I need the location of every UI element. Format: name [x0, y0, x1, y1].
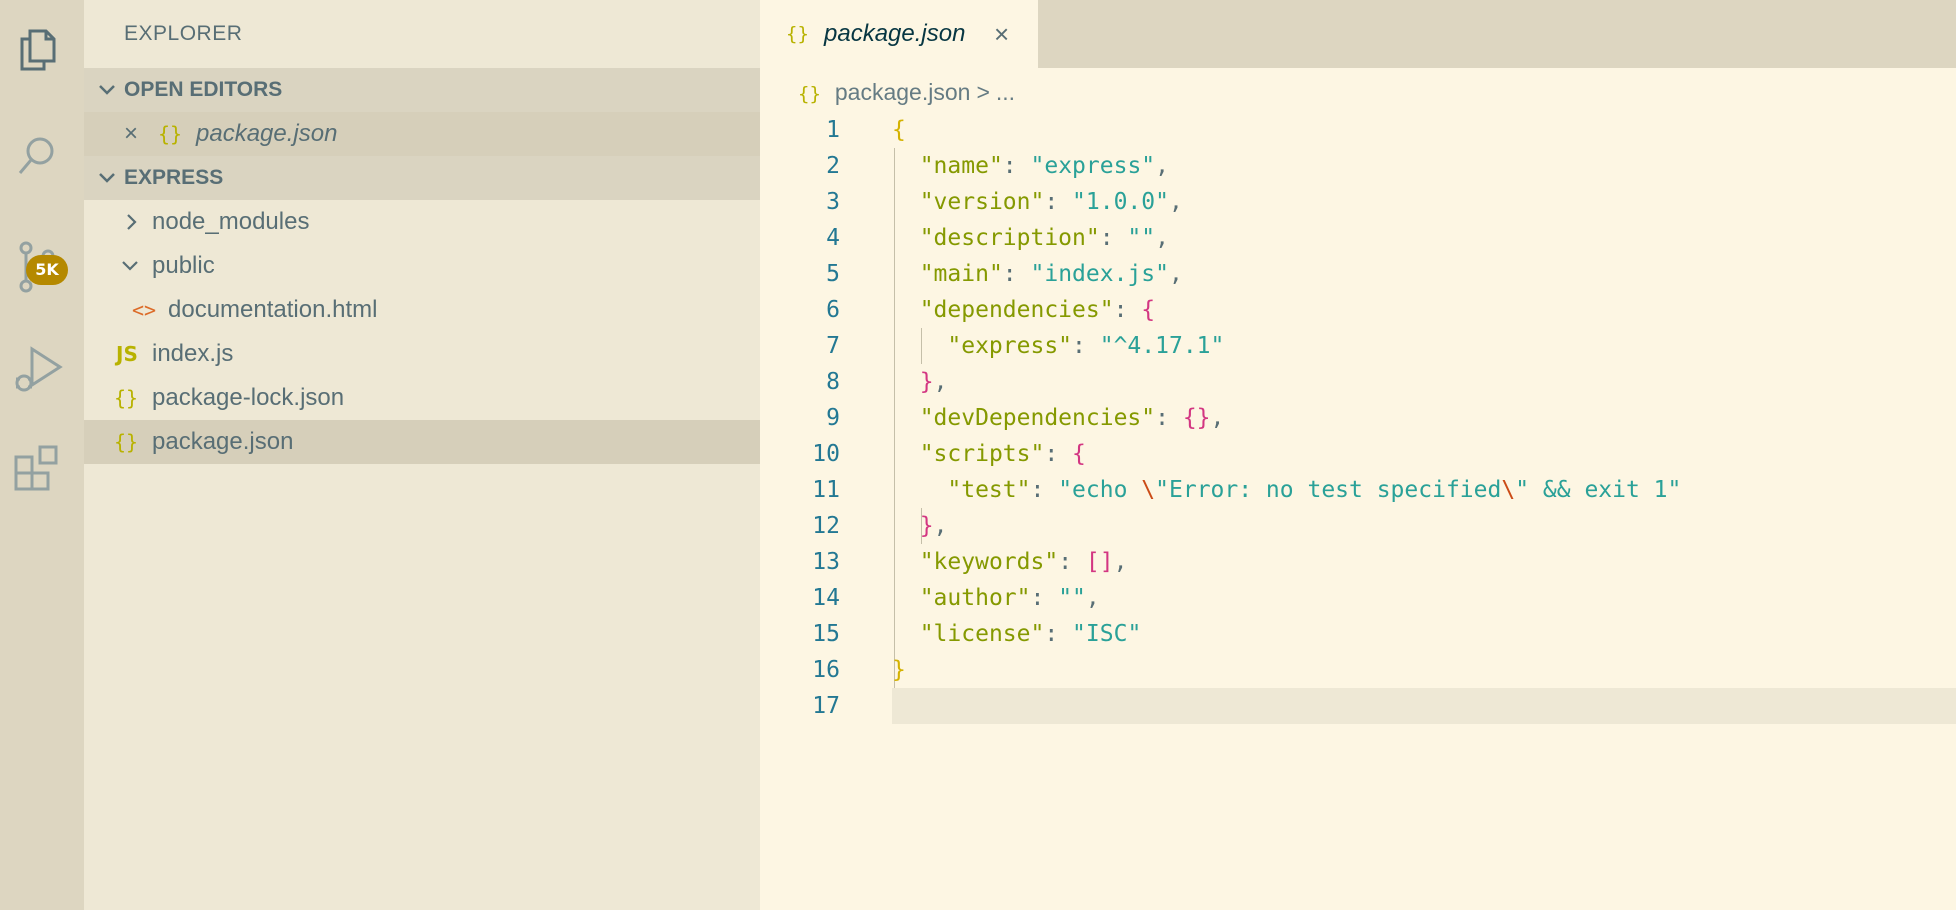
sidebar-title: EXPLORER	[124, 22, 243, 45]
line-number: 8	[826, 369, 840, 395]
version-value: 1.0.0	[1085, 189, 1156, 215]
breadcrumb-file[interactable]: package.json	[835, 79, 971, 105]
open-editors-header[interactable]: OPEN EDITORS	[84, 68, 760, 112]
tab-package-json[interactable]: {} package.json ×	[760, 0, 1038, 68]
code-line: 2 "name": "express",	[760, 148, 1956, 184]
open-editor-label: package.json	[196, 120, 338, 147]
code-line: 1{	[760, 112, 1956, 148]
tree-item-label: documentation.html	[168, 296, 378, 323]
line-number: 16	[812, 657, 840, 683]
tree-item-label: package-lock.json	[152, 384, 345, 411]
tree-item-documentation-html[interactable]: <> documentation.html	[84, 288, 760, 332]
line-number: 1	[826, 117, 840, 143]
tree-item-package-json[interactable]: {} package.json	[84, 420, 760, 464]
js-file-icon: JS	[116, 342, 138, 366]
close-icon[interactable]: ×	[124, 112, 138, 156]
json-file-icon: {}	[786, 23, 809, 45]
code-line: 5 "main": "index.js",	[760, 256, 1956, 292]
project-header[interactable]: EXPRESS	[84, 156, 760, 200]
line-number: 10	[812, 441, 840, 467]
breadcrumb: {} package.json >...	[798, 72, 1015, 112]
explorer-sidebar: EXPLORER OPEN EDITORS × {} package.json …	[84, 0, 760, 910]
line-number: 7	[826, 333, 840, 359]
project-label: EXPRESS	[124, 166, 224, 189]
chevron-right-icon	[122, 200, 142, 244]
json-file-icon: {}	[798, 83, 821, 105]
search-icon[interactable]	[0, 118, 84, 188]
tree-item-label: index.js	[152, 340, 234, 367]
code-line: 7 "express": "^4.17.1"	[760, 328, 1956, 364]
tree-item-label: public	[152, 252, 215, 279]
tree-item-label: package.json	[152, 428, 294, 455]
json-file-icon: {}	[114, 386, 139, 410]
code-line: 14 "author": "",	[760, 580, 1956, 616]
tab-bar: {} package.json ×	[760, 0, 1956, 68]
line-number: 11	[812, 477, 840, 503]
chevron-right-icon: >	[976, 79, 990, 105]
code-line: 13 "keywords": [],	[760, 544, 1956, 580]
tree-item-index-js[interactable]: JS index.js	[84, 332, 760, 376]
code-line: 17	[760, 688, 1956, 724]
code-line: 6 "dependencies": {	[760, 292, 1956, 328]
extensions-icon[interactable]	[0, 430, 84, 500]
html-file-icon: <>	[132, 298, 157, 322]
line-number: 3	[826, 189, 840, 215]
name-value: express	[1044, 153, 1142, 179]
code-line: 9 "devDependencies": {},	[760, 400, 1956, 436]
tree-item-public[interactable]: public	[84, 244, 760, 288]
explorer-icon[interactable]	[0, 10, 84, 80]
line-number: 17	[812, 693, 840, 719]
json-file-icon: {}	[158, 122, 183, 146]
chevron-down-icon	[118, 244, 142, 288]
breadcrumb-more[interactable]: ...	[996, 79, 1015, 105]
code-line: 12 },	[760, 508, 1956, 544]
line-number: 9	[826, 405, 840, 431]
line-number: 4	[826, 225, 840, 251]
chevron-down-icon	[92, 156, 122, 200]
code-line: 4 "description": "",	[760, 220, 1956, 256]
source-control-badge: 5K	[26, 255, 68, 285]
run-debug-icon[interactable]	[0, 330, 84, 400]
tree-item-package-lock-json[interactable]: {} package-lock.json	[84, 376, 760, 420]
line-number: 12	[812, 513, 840, 539]
json-file-icon: {}	[114, 430, 139, 454]
tree-item-node-modules[interactable]: node_modules	[84, 200, 760, 244]
dev-dependencies-value: {}	[1182, 405, 1211, 431]
tab-label: package.json	[824, 20, 966, 47]
express-version-value: ^4.17.1	[1113, 333, 1211, 359]
close-icon[interactable]: ×	[994, 0, 1009, 68]
code-line: 8 },	[760, 364, 1956, 400]
tree-item-label: node_modules	[152, 208, 310, 235]
license-value: ISC	[1085, 621, 1128, 647]
open-editor-item[interactable]: × {} package.json	[84, 112, 760, 156]
editor-area: {} package.json × {} package.json >... 1{ …	[760, 0, 1956, 910]
line-number: 14	[812, 585, 840, 611]
line-number: 15	[812, 621, 840, 647]
keywords-value: []	[1085, 549, 1114, 575]
line-number: 6	[826, 297, 840, 323]
activity-bar: 5K	[0, 0, 84, 910]
code-line: 16}	[760, 652, 1956, 688]
code-line: 10 "scripts": {	[760, 436, 1956, 472]
main-value: index.js	[1044, 261, 1156, 287]
line-number: 13	[812, 549, 840, 575]
code-line: 11 "test": "echo \"Error: no test specif…	[760, 472, 1956, 508]
line-number: 5	[826, 261, 840, 287]
open-editors-label: OPEN EDITORS	[124, 78, 283, 101]
code-line: 3 "version": "1.0.0",	[760, 184, 1956, 220]
chevron-down-icon	[92, 68, 122, 112]
line-number: 2	[826, 153, 840, 179]
code-line: 15 "license": "ISC"	[760, 616, 1956, 652]
